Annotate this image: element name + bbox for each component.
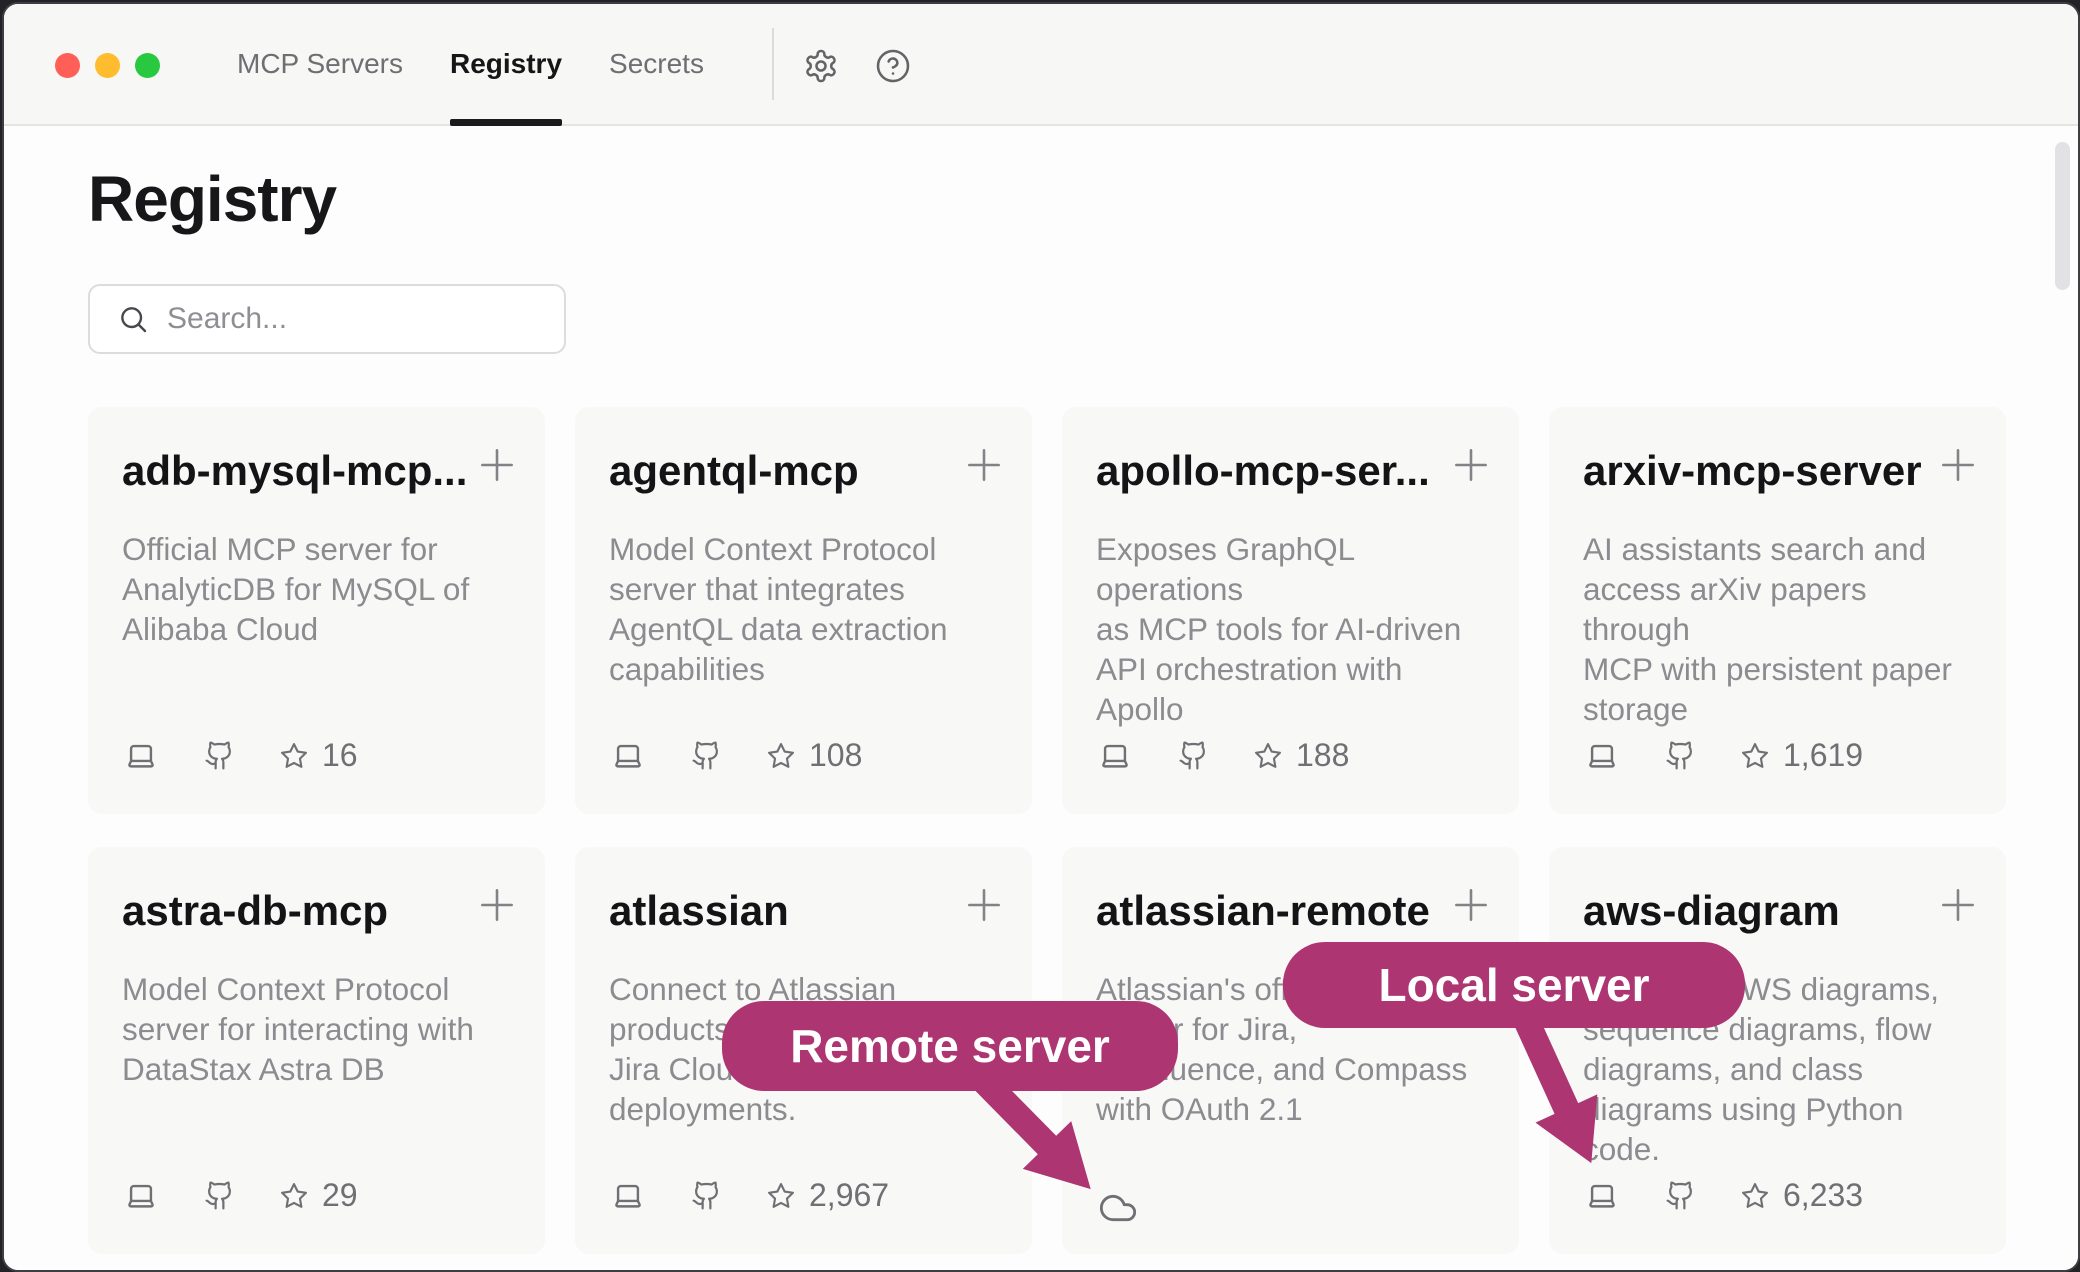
server-description: Atlassian's official MCP server for Jira… bbox=[1096, 969, 1485, 1129]
add-server-button[interactable] bbox=[1936, 883, 1980, 927]
add-server-button[interactable] bbox=[1449, 443, 1493, 487]
laptop-icon bbox=[611, 739, 645, 773]
add-server-button[interactable] bbox=[475, 883, 519, 927]
github-icon bbox=[691, 740, 722, 771]
server-description: Generate AWS diagrams, sequence diagrams… bbox=[1583, 969, 1972, 1169]
star-count: 188 bbox=[1296, 737, 1349, 774]
plus-icon bbox=[475, 883, 519, 927]
server-name: astra-db-mcp bbox=[122, 887, 482, 935]
github-icon bbox=[1665, 740, 1696, 771]
server-name: atlassian bbox=[609, 887, 969, 935]
page-title: Registry bbox=[88, 162, 336, 236]
laptop-icon bbox=[1098, 739, 1132, 773]
tab-secrets[interactable]: Secrets bbox=[609, 4, 704, 124]
plus-icon bbox=[475, 443, 519, 487]
search-icon bbox=[117, 303, 149, 335]
server-description: Exposes GraphQL operations as MCP tools … bbox=[1096, 529, 1485, 729]
star-icon bbox=[1253, 741, 1283, 771]
server-card[interactable]: atlassian Connect to Atlassian products … bbox=[575, 847, 1032, 1254]
card-footer: 6,233 bbox=[1585, 1177, 1972, 1214]
server-description: Official MCP server for AnalyticDB for M… bbox=[122, 529, 511, 649]
search-input[interactable] bbox=[165, 301, 549, 337]
star-icon bbox=[766, 1181, 796, 1211]
scrollbar-thumb[interactable] bbox=[2055, 142, 2070, 290]
server-name: apollo-mcp-ser... bbox=[1096, 447, 1456, 495]
plus-icon bbox=[1936, 883, 1980, 927]
search-box bbox=[88, 284, 566, 354]
server-card[interactable]: astra-db-mcp Model Context Protocol serv… bbox=[88, 847, 545, 1254]
header-tabs: MCP Servers Registry Secrets bbox=[237, 4, 704, 124]
header-divider bbox=[772, 28, 774, 100]
star-count: 6,233 bbox=[1783, 1177, 1863, 1214]
server-description: Connect to Atlassian products including … bbox=[609, 969, 998, 1129]
registry-content: Registry adb-mysql-mcp... Official MCP s… bbox=[4, 126, 2078, 1270]
server-card[interactable]: agentql-mcp Model Context Protocol serve… bbox=[575, 407, 1032, 814]
titlebar: MCP Servers Registry Secrets bbox=[4, 4, 2078, 126]
server-name: aws-diagram bbox=[1583, 887, 1943, 935]
server-card[interactable]: adb-mysql-mcp... Official MCP server for… bbox=[88, 407, 545, 814]
plus-icon bbox=[962, 883, 1006, 927]
laptop-icon bbox=[611, 1179, 645, 1213]
card-footer: 188 bbox=[1098, 737, 1485, 774]
tab-registry[interactable]: Registry bbox=[450, 4, 562, 124]
server-card[interactable]: arxiv-mcp-server AI assistants search an… bbox=[1549, 407, 2006, 814]
github-icon bbox=[1665, 1180, 1696, 1211]
github-icon bbox=[1178, 740, 1209, 771]
laptop-icon bbox=[124, 1179, 158, 1213]
zoom-window-button[interactable] bbox=[135, 53, 160, 78]
card-footer: 108 bbox=[611, 737, 998, 774]
github-icon bbox=[691, 1180, 722, 1211]
star-icon bbox=[279, 1181, 309, 1211]
tab-mcp-servers[interactable]: MCP Servers bbox=[237, 4, 403, 124]
help-icon bbox=[875, 48, 911, 84]
server-card[interactable]: aws-diagram Generate AWS diagrams, seque… bbox=[1549, 847, 2006, 1254]
laptop-icon bbox=[124, 739, 158, 773]
add-server-button[interactable] bbox=[962, 883, 1006, 927]
server-name: agentql-mcp bbox=[609, 447, 969, 495]
server-description: AI assistants search and access arXiv pa… bbox=[1583, 529, 1972, 729]
cloud-icon bbox=[1098, 1188, 1138, 1228]
server-name: atlassian-remote bbox=[1096, 887, 1456, 935]
star-icon bbox=[279, 741, 309, 771]
server-description: Model Context Protocol server that integ… bbox=[609, 529, 998, 689]
server-name: arxiv-mcp-server bbox=[1583, 447, 1943, 495]
star-icon bbox=[766, 741, 796, 771]
settings-button[interactable] bbox=[803, 48, 839, 84]
plus-icon bbox=[1449, 443, 1493, 487]
star-count: 2,967 bbox=[809, 1177, 889, 1214]
add-server-button[interactable] bbox=[475, 443, 519, 487]
card-footer: 1,619 bbox=[1585, 737, 1972, 774]
plus-icon bbox=[1449, 883, 1493, 927]
add-server-button[interactable] bbox=[1936, 443, 1980, 487]
star-count: 1,619 bbox=[1783, 737, 1863, 774]
star-count: 16 bbox=[322, 737, 358, 774]
star-icon bbox=[1740, 1181, 1770, 1211]
server-card-grid: adb-mysql-mcp... Official MCP server for… bbox=[88, 407, 2006, 1254]
star-icon bbox=[1740, 741, 1770, 771]
card-footer: 2,967 bbox=[611, 1177, 998, 1214]
card-footer: 16 bbox=[124, 737, 511, 774]
github-icon bbox=[204, 1180, 235, 1211]
app-window: MCP Servers Registry Secrets bbox=[2, 2, 2080, 1272]
laptop-icon bbox=[1585, 1179, 1619, 1213]
github-icon bbox=[204, 740, 235, 771]
server-card[interactable]: apollo-mcp-ser... Exposes GraphQL operat… bbox=[1062, 407, 1519, 814]
plus-icon bbox=[962, 443, 1006, 487]
add-server-button[interactable] bbox=[962, 443, 1006, 487]
minimize-window-button[interactable] bbox=[95, 53, 120, 78]
add-server-button[interactable] bbox=[1449, 883, 1493, 927]
card-footer: 29 bbox=[124, 1177, 511, 1214]
star-count: 108 bbox=[809, 737, 862, 774]
card-footer-remote bbox=[1098, 1188, 1138, 1228]
server-description: Model Context Protocol server for intera… bbox=[122, 969, 511, 1089]
server-name: adb-mysql-mcp... bbox=[122, 447, 482, 495]
laptop-icon bbox=[1585, 739, 1619, 773]
server-card[interactable]: atlassian-remote Atlassian's official MC… bbox=[1062, 847, 1519, 1254]
gear-icon bbox=[803, 48, 839, 84]
plus-icon bbox=[1936, 443, 1980, 487]
close-window-button[interactable] bbox=[55, 53, 80, 78]
help-button[interactable] bbox=[875, 48, 911, 84]
star-count: 29 bbox=[322, 1177, 358, 1214]
